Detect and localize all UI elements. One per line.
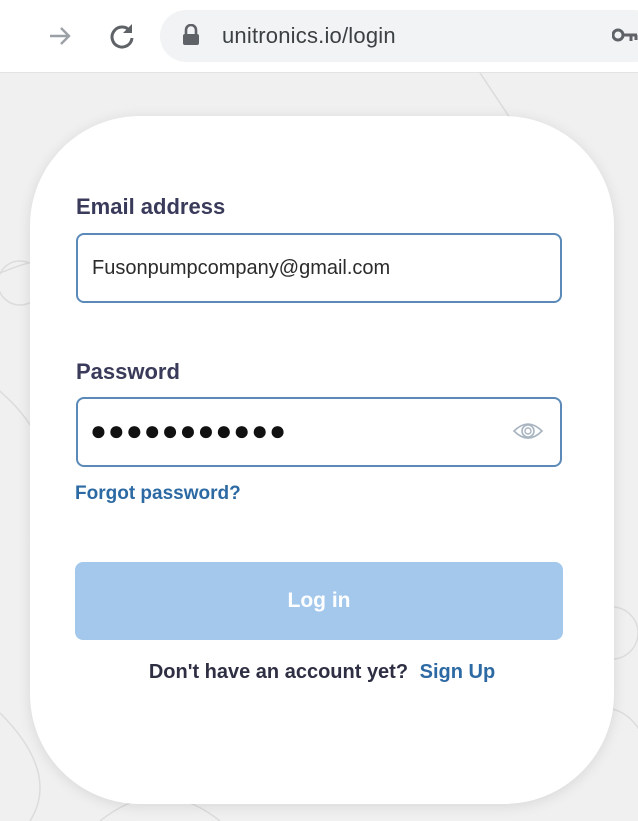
email-field[interactable]: Fusonpumpcompany@gmail.com [76, 233, 562, 303]
address-bar[interactable]: unitronics.io/login [160, 10, 638, 62]
forward-arrow-icon [50, 27, 71, 45]
login-button[interactable]: Log in [75, 562, 563, 640]
password-value[interactable]: ●●●●●●●●●●● [90, 415, 287, 447]
password-field[interactable]: ●●●●●●●●●●● [76, 397, 562, 467]
browser-toolbar: unitronics.io/login [0, 0, 638, 73]
eye-icon[interactable] [512, 419, 544, 443]
signup-row: Don't have an account yet? Sign Up [30, 661, 614, 684]
forgot-password-link[interactable]: Forgot password? [75, 483, 241, 505]
reload-button[interactable] [102, 16, 142, 56]
lock-icon [183, 24, 199, 45]
key-icon[interactable] [612, 27, 638, 43]
signup-link[interactable]: Sign Up [420, 661, 496, 683]
page-background: Email address Fusonpumpcompany@gmail.com… [0, 73, 638, 821]
login-card: Email address Fusonpumpcompany@gmail.com… [30, 116, 614, 804]
email-label: Email address [76, 194, 226, 219]
forward-button[interactable] [40, 16, 80, 56]
url-text[interactable]: unitronics.io/login [222, 23, 396, 49]
signup-prompt: Don't have an account yet? [148, 661, 409, 683]
password-label: Password [76, 359, 180, 384]
reload-icon [110, 24, 134, 49]
email-value[interactable]: Fusonpumpcompany@gmail.com [92, 257, 390, 280]
